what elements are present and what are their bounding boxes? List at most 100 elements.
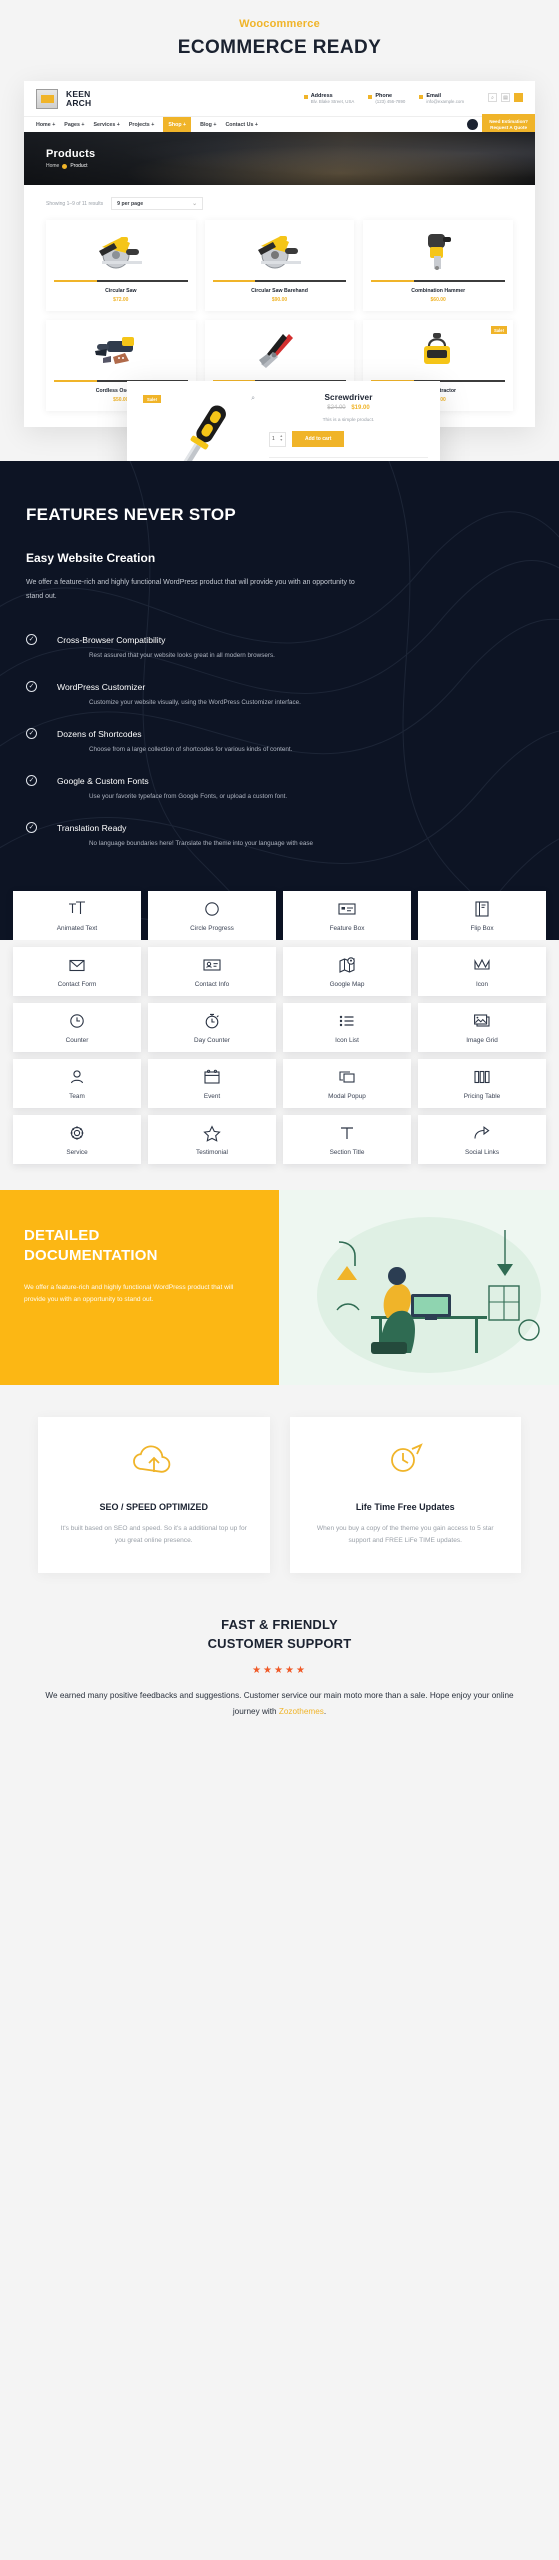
brand-logo-icon — [36, 89, 58, 109]
header-info-email: Email info@example.com — [419, 93, 464, 105]
check-circle-icon: ✓ — [26, 775, 37, 786]
feature-description: Rest assured that your website looks gre… — [89, 652, 275, 659]
feature-item: ✓ Google & Custom Fonts Use your favorit… — [26, 775, 533, 800]
widget-label: Service — [66, 1148, 88, 1156]
nav-item-shop[interactable]: Shop + — [163, 117, 192, 132]
breadcrumb: Home Product — [46, 163, 95, 169]
product-image — [211, 227, 349, 274]
widget-card-google-map[interactable]: Google Map — [283, 947, 411, 996]
product-price: $72.00 — [113, 297, 129, 303]
stopwatch-icon — [205, 1013, 219, 1028]
per-page-select[interactable]: 9 per page ⌄ — [111, 197, 204, 210]
feature-head: ✓ WordPress Customizer — [26, 681, 533, 692]
breadcrumb-home[interactable]: Home — [46, 163, 59, 169]
widget-card-pricing-table[interactable]: Pricing Table — [418, 1059, 546, 1108]
widget-label: Flip Box — [470, 924, 494, 932]
product-card[interactable]: Combination Hammer $60.00 — [363, 220, 513, 311]
page-root: Woocommerce ECOMMERCE READY KEEN ARCH Ad… — [0, 0, 559, 1760]
results-count: Showing 1–9 of 11 results — [46, 200, 104, 207]
product-image — [369, 227, 507, 274]
info-value: Blv. Blake Street, USA — [310, 99, 355, 104]
nav-item-services[interactable]: Services + — [93, 122, 119, 128]
widget-card-circle-progress[interactable]: Circle Progress — [148, 891, 276, 940]
stepper-arrows-icon[interactable]: ▲ ▼ — [279, 435, 283, 442]
feature-description: Choose from a large collection of shortc… — [89, 746, 293, 753]
mockup-site-header: KEEN ARCH Address Blv. Blake Street, USA — [24, 81, 535, 116]
benefit-card-updates: Life Time Free Updates When you buy a co… — [289, 1417, 521, 1573]
feature-head: ✓ Translation Ready — [26, 822, 533, 833]
widget-grid-row: Contact Form Contact Info Google Map Ico… — [13, 947, 546, 996]
widget-card-icon-list[interactable]: Icon List — [283, 1003, 411, 1052]
support-title-line-1: FAST & FRIENDLY — [221, 1617, 338, 1632]
documentation-paragraph: We offer a feature-rich and highly funct… — [24, 1284, 234, 1303]
page-title: ECOMMERCE READY — [177, 37, 382, 58]
widget-card-event[interactable]: Event — [148, 1059, 276, 1108]
widget-card-flip-box[interactable]: Flip Box — [418, 891, 546, 940]
widget-card-contact-info[interactable]: Contact Info — [148, 947, 276, 996]
widget-card-social-links[interactable]: Social Links — [418, 1115, 546, 1164]
flip-box-icon — [475, 900, 489, 917]
sale-badge: Sale! — [490, 326, 507, 334]
widget-card-counter[interactable]: Counter — [13, 1003, 141, 1052]
widget-card-feature-box[interactable]: Feature Box — [283, 891, 411, 940]
nav-item-projects[interactable]: Projects + — [129, 122, 154, 128]
support-title: FAST & FRIENDLY CUSTOMER SUPPORT — [34, 1615, 525, 1653]
search-icon[interactable]: ⌕ — [488, 93, 497, 102]
feature-box-icon — [338, 902, 356, 915]
breadcrumb-current: Product — [70, 163, 88, 169]
icon-list-icon — [339, 1015, 354, 1026]
nav-item-contact[interactable]: Contact Us + — [225, 122, 258, 128]
image-grid-icon — [474, 1013, 490, 1027]
feature-list: ✓ Cross-Browser Compatibility Rest assur… — [26, 634, 533, 847]
nav-item-pages[interactable]: Pages + — [64, 122, 84, 128]
nav-items: Home + Pages + Services + Projects + Sho… — [24, 117, 258, 132]
brand-name[interactable]: Zozothemes — [279, 1707, 324, 1716]
ecommerce-hero-section: Woocommerce ECOMMERCE READY KEEN ARCH Ad… — [0, 0, 559, 509]
widget-card-modal-popup[interactable]: Modal Popup — [283, 1059, 411, 1108]
documentation-title-line-2: DOCUMENTATION — [24, 1247, 158, 1264]
new-price: $19.00 — [351, 405, 370, 411]
info-value: (123) 456-7890 — [375, 99, 406, 104]
person-icon — [70, 1069, 84, 1083]
customer-support-section: FAST & FRIENDLY CUSTOMER SUPPORT ★★★★★ W… — [0, 1573, 559, 1760]
product-price: $60.00 — [430, 297, 446, 303]
widget-card-image-grid[interactable]: Image Grid — [418, 1003, 546, 1052]
quantity-stepper[interactable]: 1 ▲ ▼ — [269, 431, 286, 447]
per-page-value: 9 per page — [117, 200, 144, 207]
map-pin-icon — [339, 956, 355, 973]
zoom-icon[interactable]: ⌕ — [251, 395, 255, 403]
features-content: FEATURES NEVER STOP Easy Website Creatio… — [0, 505, 559, 847]
feature-title: Google & Custom Fonts — [57, 775, 149, 786]
feature-item: ✓ WordPress Customizer Customize your we… — [26, 681, 533, 706]
widget-card-section-title[interactable]: Section Title — [283, 1115, 411, 1164]
product-image — [52, 227, 190, 274]
widget-label: Icon — [475, 980, 489, 988]
cart-icon[interactable]: ▤ — [501, 93, 510, 102]
widget-card-animated-text[interactable]: Animated Text — [13, 891, 141, 940]
feature-title: Translation Ready — [57, 822, 127, 833]
widget-label: Icon List — [335, 1036, 359, 1044]
star-icon — [203, 1124, 221, 1142]
feature-title: WordPress Customizer — [57, 681, 146, 692]
widget-card-contact-form[interactable]: Contact Form — [13, 947, 141, 996]
widget-grid-row: Animated Text Circle Progress Feature Bo… — [13, 891, 546, 940]
menu-icon[interactable] — [514, 93, 523, 102]
widget-label: Testimonial — [196, 1148, 228, 1156]
widget-card-team[interactable]: Team — [13, 1059, 141, 1108]
mockup-navbar: Home + Pages + Services + Projects + Sho… — [24, 113, 535, 136]
widget-card-testimonial[interactable]: Testimonial — [148, 1115, 276, 1164]
support-paragraph: We earned many positive feedbacks and su… — [34, 1688, 525, 1720]
widget-card-day-counter[interactable]: Day Counter — [148, 1003, 276, 1052]
widget-card-service[interactable]: Service — [13, 1115, 141, 1164]
add-to-cart-button[interactable]: Add to cart — [292, 431, 345, 447]
feature-head: ✓ Google & Custom Fonts — [26, 775, 533, 786]
nav-item-home[interactable]: Home + — [36, 122, 55, 128]
widget-card-icon[interactable]: Icon — [418, 947, 546, 996]
product-card[interactable]: Circular Saw Barehand $90.00 — [204, 220, 355, 311]
product-image — [211, 327, 349, 374]
nav-item-blog[interactable]: Blog + — [200, 122, 216, 128]
product-detail-description: This is a simple product. — [322, 418, 375, 423]
product-card[interactable]: Circular Saw $72.00 — [46, 220, 196, 311]
benefit-card-title: SEO / SPEED OPTIMIZED — [99, 1502, 209, 1512]
feature-title: Cross-Browser Compatibility — [57, 634, 166, 645]
